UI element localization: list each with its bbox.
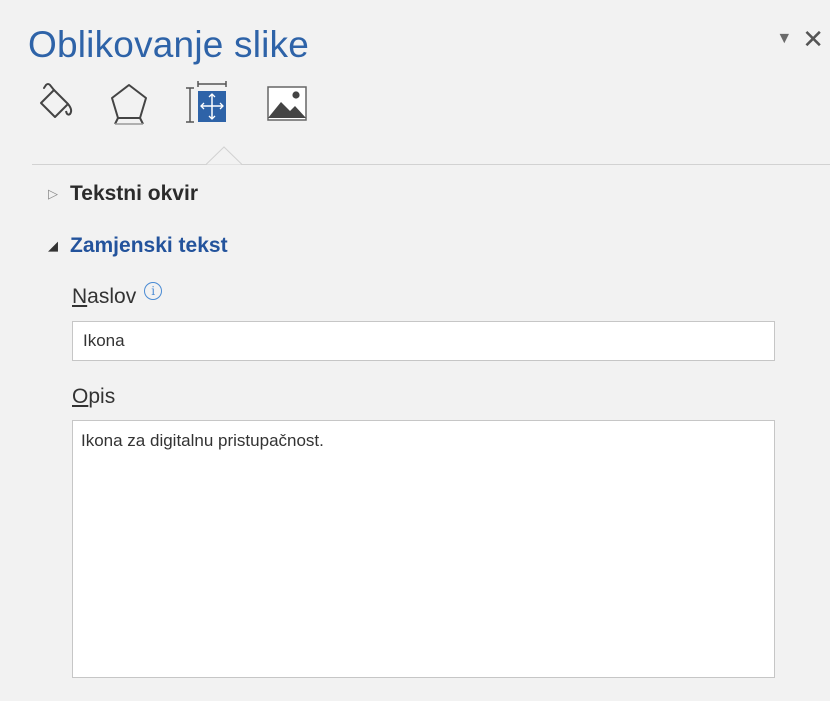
tab-size-properties[interactable] bbox=[182, 76, 232, 130]
tab-picture[interactable] bbox=[262, 76, 312, 130]
title-label-rest: aslov bbox=[87, 285, 137, 308]
title-label-accelerator: N bbox=[72, 285, 88, 308]
tab-fill-line[interactable] bbox=[32, 76, 82, 130]
description-field-label: Opis bbox=[72, 383, 115, 411]
section-text-box-label: Tekstni okvir bbox=[70, 182, 198, 205]
section-alt-text-label: Zamjenski tekst bbox=[70, 234, 228, 257]
tab-effects[interactable] bbox=[104, 76, 154, 130]
description-label-accelerator: O bbox=[72, 385, 89, 408]
pentagon-effects-icon bbox=[111, 84, 147, 125]
collapsed-arrow-icon: ▷ bbox=[48, 186, 58, 201]
selected-tab-pointer bbox=[206, 146, 242, 165]
picture-icon bbox=[267, 86, 307, 121]
tab-divider bbox=[32, 164, 830, 165]
description-label-rest: pis bbox=[88, 385, 116, 408]
info-icon[interactable]: i bbox=[144, 282, 163, 300]
alt-text-description-textarea[interactable]: Ikona za digitalnu pristupačnost. bbox=[72, 420, 775, 678]
pane-tab-strip bbox=[32, 76, 362, 136]
paint-bucket-icon bbox=[40, 83, 73, 118]
close-icon[interactable]: ✕ bbox=[802, 26, 824, 52]
size-properties-icon bbox=[186, 81, 227, 123]
title-field-label: Naslov i bbox=[72, 282, 163, 311]
pane-header-controls: ▼ ✕ bbox=[776, 26, 824, 52]
section-alt-text[interactable]: ◢ Zamjenski tekst bbox=[48, 232, 228, 260]
pane-title: Oblikovanje slike bbox=[28, 24, 310, 65]
alt-text-title-input[interactable] bbox=[72, 321, 775, 361]
format-picture-pane: Oblikovanje slike ▼ ✕ ▷ Tekstni okvir ◢ … bbox=[0, 0, 830, 701]
expanded-arrow-icon: ◢ bbox=[48, 238, 58, 253]
pane-options-dropdown-icon[interactable]: ▼ bbox=[776, 29, 792, 49]
section-text-box[interactable]: ▷ Tekstni okvir bbox=[48, 180, 198, 208]
